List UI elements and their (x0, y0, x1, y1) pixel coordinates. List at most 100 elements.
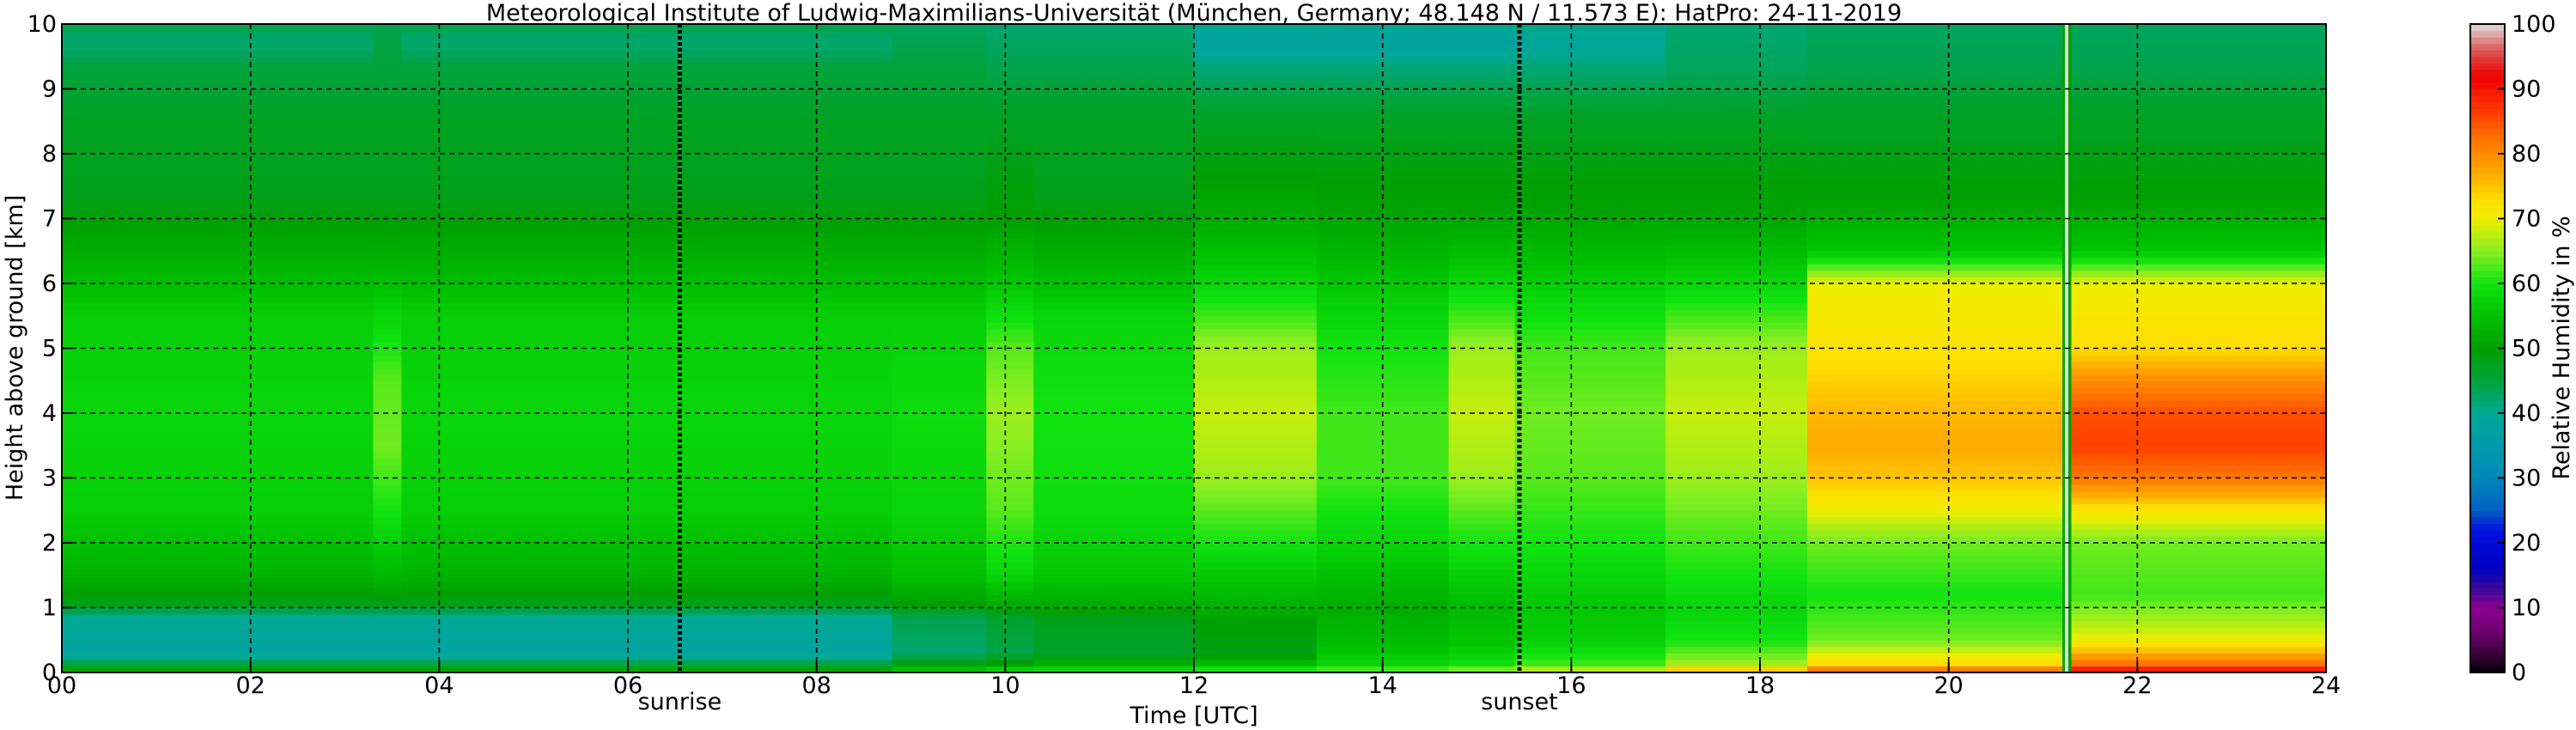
heatmap-cell (401, 108, 893, 116)
heatmap-cell (401, 620, 893, 628)
heatmap-cell (62, 154, 375, 161)
heatmap-cell (986, 581, 1034, 589)
heatmap-cell (986, 627, 1034, 635)
heatmap-cell (1033, 380, 1195, 388)
heatmap-cell (401, 569, 893, 576)
heatmap-cell (2071, 393, 2327, 401)
heatmap-cell (1194, 218, 1318, 226)
heatmap-cell (401, 432, 893, 440)
heatmap-cell (986, 361, 1034, 368)
y-tick-label: 7 (42, 206, 57, 233)
heatmap-cell (1666, 556, 1808, 563)
heatmap-cell (62, 315, 375, 323)
heatmap-cell (1448, 413, 1516, 421)
heatmap-cell (1448, 490, 1516, 498)
heatmap-cell (1514, 556, 1666, 563)
heatmap-cell (2071, 24, 2327, 32)
heatmap-cell (1448, 289, 1516, 297)
heatmap-cell (892, 335, 987, 343)
heatmap-cell (1033, 393, 1195, 401)
heatmap-cell (62, 556, 375, 563)
heatmap-cell (1806, 620, 2063, 628)
heatmap-cell (401, 198, 893, 206)
heatmap-cell (401, 88, 893, 96)
heatmap-cell (1448, 503, 1516, 511)
heatmap-cell (1448, 205, 1516, 213)
heatmap-cell (1033, 37, 1195, 45)
heatmap-cell (1194, 186, 1318, 193)
heatmap-cell (1194, 283, 1318, 291)
heatmap-cell (1514, 614, 1666, 622)
heatmap-cell (2071, 348, 2327, 356)
heatmap-cell (892, 108, 987, 116)
heatmap-cell (1448, 37, 1516, 45)
heatmap-cell (1448, 114, 1516, 122)
heatmap-cell (62, 640, 375, 648)
heatmap-cell (1666, 69, 1808, 76)
heatmap-cell (1448, 465, 1516, 472)
heatmap-cell (1033, 160, 1195, 167)
heatmap-cell (373, 432, 402, 440)
heatmap-cell (62, 620, 375, 628)
heatmap-cell (401, 399, 893, 408)
heatmap-cell (1448, 587, 1516, 595)
heatmap-cell (373, 69, 402, 76)
heatmap-cell (1448, 426, 1516, 434)
heatmap-cell (1514, 452, 1666, 459)
heatmap-cell (1033, 426, 1195, 434)
heatmap-cell (986, 510, 1034, 518)
heatmap-cell (1033, 134, 1195, 142)
colorbar-block (2470, 432, 2505, 440)
colorbar-block (2470, 497, 2505, 505)
heatmap-cell (892, 659, 987, 667)
colorbar-block (2470, 56, 2505, 64)
heatmap-cell (401, 296, 893, 304)
heatmap-cell (2071, 315, 2327, 323)
heatmap-cell (401, 575, 893, 582)
heatmap-cell (1194, 484, 1318, 492)
heatmap-cell (1806, 659, 2063, 667)
heatmap-cell (1194, 413, 1318, 421)
heatmap-cell (373, 653, 402, 660)
x-tick-label: 14 (1367, 672, 1397, 699)
colorbar-block (2470, 309, 2505, 317)
heatmap-cell (986, 24, 1034, 32)
heatmap-cell (1033, 543, 1195, 551)
colorbar-block (2470, 154, 2505, 161)
heatmap-cell (2071, 173, 2327, 180)
heatmap-cell (401, 160, 893, 167)
heatmap-cell (1806, 56, 2063, 64)
heatmap-cell (1666, 173, 1808, 180)
heatmap-cell (62, 380, 375, 388)
heatmap-cell (1448, 529, 1516, 538)
heatmap-cell (62, 368, 375, 375)
heatmap-cell (373, 543, 402, 551)
heatmap-cell (401, 484, 893, 492)
colorbar-block (2470, 218, 2505, 226)
colorbar-block (2470, 543, 2505, 551)
heatmap-cell (1033, 432, 1195, 440)
heatmap-cell (62, 503, 375, 511)
colorbar-block (2470, 439, 2505, 447)
colorbar-block (2470, 192, 2505, 200)
heatmap-cell (2071, 30, 2327, 38)
heatmap-cell (62, 270, 375, 278)
heatmap-cell (1033, 101, 1195, 109)
heatmap-cell (892, 76, 987, 83)
heatmap-cell (373, 76, 402, 83)
heatmap-cell (1514, 399, 1666, 408)
heatmap-cell (892, 315, 987, 323)
heatmap-cell (1806, 355, 2063, 362)
heatmap-cell (401, 627, 893, 635)
heatmap-cell (1806, 30, 2063, 38)
heatmap-cell (401, 374, 893, 381)
heatmap-cell (1806, 374, 2063, 381)
heatmap-cell (401, 315, 893, 323)
colorbar-block (2470, 646, 2505, 654)
heatmap-cell (2071, 335, 2327, 343)
heatmap-cell (892, 386, 987, 394)
heatmap-cell (986, 134, 1034, 142)
heatmap-cell (1806, 399, 2063, 408)
heatmap-cell (1514, 134, 1666, 142)
heatmap-cell (986, 257, 1034, 265)
